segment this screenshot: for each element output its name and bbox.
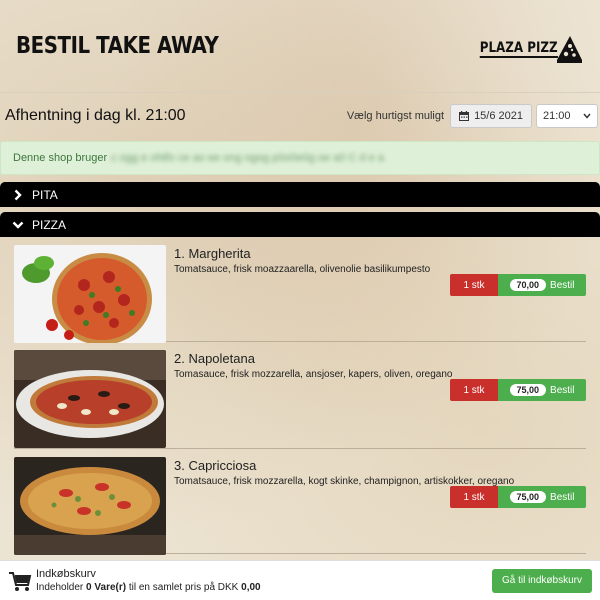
order-label: Bestil	[550, 279, 575, 291]
product-list: 1. Margherita Tomatsauce, frisk moazzaar…	[0, 237, 600, 555]
date-value: 15/6 2021	[474, 110, 523, 122]
cart-middle: til en samlet pris på DKK	[128, 581, 239, 593]
pickup-controls: Vælg hurtigst muligt 15/6 2021 21:00	[347, 104, 598, 128]
plaza-pizza-logo[interactable]: PLAZA PIZZ	[466, 32, 584, 66]
price-badge: 75,00	[509, 384, 547, 396]
product-actions: 1 stk 75,00 Bestil	[450, 379, 586, 401]
cart-prefix: Indeholder	[36, 581, 84, 593]
product-actions: 1 stk 75,00 Bestil	[450, 486, 586, 508]
page-title: BESTIL TAKE AWAY	[16, 33, 219, 59]
calendar-icon	[459, 111, 470, 121]
product-image-napoletana[interactable]	[14, 350, 166, 448]
alert-text: Denne shop bruger	[13, 152, 108, 164]
cart-total: 0,00	[241, 581, 261, 593]
quantity-button[interactable]: 1 stk	[450, 274, 498, 296]
product-body: 2. Napoletana Tomasauce, frisk mozzarell…	[174, 350, 586, 448]
order-button[interactable]: 70,00 Bestil	[498, 274, 586, 296]
cart-details: Indeholder 0 Vare(r) til en samlet pris …	[36, 581, 492, 595]
pickup-label: Vælg hurtigst muligt	[346, 110, 445, 122]
chevron-down-icon	[12, 221, 24, 229]
product-body: 1. Margherita Tomatsauce, frisk moazzaar…	[174, 245, 586, 341]
order-label: Bestil	[550, 491, 575, 503]
order-button[interactable]: 75,00 Bestil	[498, 486, 586, 508]
product-image-capricciosa[interactable]	[14, 457, 166, 555]
pickup-title: Afhentning i dag kl. 21:00	[5, 107, 186, 124]
cart-title: Indkøbskurv	[36, 567, 96, 580]
price-badge: 75,00	[509, 491, 547, 503]
cart-summary: Indkøbskurv Indeholder 0 Vare(r) til en …	[36, 567, 492, 595]
time-select[interactable]: 21:00	[536, 104, 598, 128]
order-button[interactable]: 75,00 Bestil	[498, 379, 586, 401]
category-pizza[interactable]: PIZZA	[0, 212, 600, 237]
cart-count: 0 Vare(r)	[86, 581, 127, 593]
product-body: 3. Capricciosa Tomatsauce, frisk mozzare…	[174, 457, 586, 553]
product-name[interactable]: 1. Margherita	[174, 246, 586, 261]
chevron-down-icon	[583, 113, 591, 119]
shopping-cart-icon[interactable]	[8, 569, 32, 593]
product-item: 1. Margherita Tomatsauce, frisk moazzaar…	[14, 237, 586, 343]
price-badge: 70,00	[509, 279, 547, 291]
info-alert: Denne shop bruger c ogg e ohtfo ce ao ee…	[0, 141, 600, 175]
product-image-margherita[interactable]	[14, 245, 166, 343]
category-label: PIZZA	[32, 218, 67, 232]
cart-bar: Indkøbskurv Indeholder 0 Vare(r) til en …	[0, 560, 600, 600]
quantity-button[interactable]: 1 stk	[450, 379, 498, 401]
product-item: 3. Capricciosa Tomatsauce, frisk mozzare…	[14, 449, 586, 555]
product-actions: 1 stk 70,00 Bestil	[450, 274, 586, 296]
category-label: PITA	[32, 188, 58, 202]
time-value: 21:00	[543, 110, 571, 122]
quantity-button[interactable]: 1 stk	[450, 486, 498, 508]
date-picker-button[interactable]: 15/6 2021	[450, 104, 532, 128]
product-name[interactable]: 2. Napoletana	[174, 351, 586, 366]
pickup-bar: Afhentning i dag kl. 21:00 Vælg hurtigst…	[0, 97, 600, 135]
chevron-right-icon	[14, 189, 22, 200]
product-item: 2. Napoletana Tomasauce, frisk mozzarell…	[14, 342, 586, 449]
checkout-button[interactable]: Gå til indkøbskurv	[491, 568, 592, 593]
order-label: Bestil	[550, 384, 575, 396]
pizza-slice-icon	[557, 36, 582, 63]
page-header: BESTIL TAKE AWAY PLAZA PIZZ	[0, 0, 600, 93]
product-name[interactable]: 3. Capricciosa	[174, 458, 586, 473]
alert-blurred-text: c ogg e ohtfo ce ao ee ong ogog p0o0e0g …	[111, 152, 384, 164]
category-pita[interactable]: PITA	[0, 182, 600, 207]
logo-text: PLAZA PIZZ	[480, 40, 558, 58]
